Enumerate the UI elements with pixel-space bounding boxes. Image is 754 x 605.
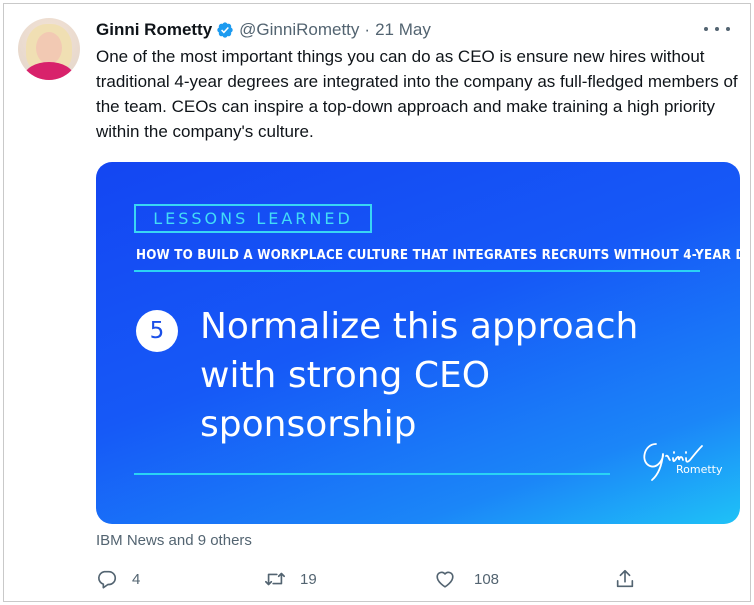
signature-mark <box>643 443 703 481</box>
header-separator: · <box>364 20 371 39</box>
reply-icon <box>98 570 117 589</box>
action-bar: 4 19 108 <box>96 568 646 590</box>
more-dot <box>726 27 730 31</box>
like-count: 108 <box>474 570 500 588</box>
author-name[interactable]: Ginni Rometty <box>96 20 212 40</box>
card-headline: Normalize this approach with strong CEO … <box>200 306 639 445</box>
card-divider-top <box>134 270 700 272</box>
retweet-count: 19 <box>300 570 317 588</box>
verified-badge-icon <box>217 22 233 38</box>
retweet-button[interactable]: 19 <box>264 568 317 590</box>
lessons-learned-label: LESSONS LEARNED <box>153 209 353 228</box>
more-dot <box>715 27 719 31</box>
tagged-users-link[interactable]: IBM News and 9 others <box>96 532 252 549</box>
card-subtitle: HOW TO BUILD A WORKPLACE CULTURE THAT IN… <box>136 248 740 263</box>
avatar[interactable] <box>18 18 80 80</box>
author-handle[interactable]: @GinniRometty <box>239 20 359 40</box>
share-button[interactable] <box>614 568 636 590</box>
reply-button[interactable]: 4 <box>96 568 140 590</box>
lessons-learned-box: LESSONS LEARNED <box>134 204 372 233</box>
heart-icon <box>436 571 454 588</box>
tweet-media-card[interactable]: LESSONS LEARNED HOW TO BUILD A WORKPLACE… <box>96 162 740 524</box>
tweet-container: Ginni Rometty @GinniRometty · 21 May One… <box>3 3 751 602</box>
more-options-icon[interactable] <box>704 20 730 38</box>
tweet-date[interactable]: 21 May <box>375 20 431 40</box>
like-button[interactable]: 108 <box>434 568 499 590</box>
avatar-face <box>36 32 62 64</box>
reply-count: 4 <box>132 570 141 588</box>
share-icon <box>616 569 634 588</box>
card-divider-bottom <box>134 473 610 475</box>
step-number-badge: 5 <box>136 310 178 352</box>
more-dot <box>704 27 708 31</box>
signature-name: Rometty <box>676 463 723 476</box>
tweet-header: Ginni Rometty @GinniRometty · 21 May <box>96 18 431 42</box>
retweet-icon <box>265 572 285 586</box>
tweet-text: One of the most important things you can… <box>96 47 738 141</box>
